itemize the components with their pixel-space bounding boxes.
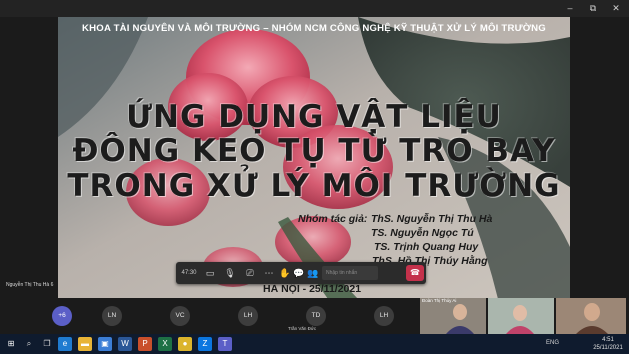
participant-avatar[interactable]: LH bbox=[374, 306, 394, 326]
participant-strip: +6 LN VC LH TD Trần Văn Đức LH Đoàn Thị … bbox=[0, 298, 629, 334]
store-icon[interactable]: ▣ bbox=[98, 337, 112, 351]
taskbar-clock[interactable]: 4:51 25/11/2021 bbox=[590, 336, 626, 352]
author-1: ThS. Nguyễn Thị Thu Hà bbox=[371, 213, 493, 225]
powerpoint-icon[interactable]: P bbox=[138, 337, 152, 351]
clock-time: 4:51 bbox=[602, 337, 614, 343]
participant-video[interactable] bbox=[488, 298, 554, 334]
presenter-name: Nguyễn Thị Thu Hà 6 bbox=[6, 282, 54, 288]
clock-date: 25/11/2021 bbox=[593, 345, 623, 351]
participant-avatar[interactable]: TD bbox=[306, 306, 326, 326]
edge-icon[interactable]: e bbox=[58, 337, 72, 351]
search-icon[interactable]: ⌕ bbox=[22, 337, 36, 351]
shared-slide: KHOA TÀI NGUYÊN VÀ MÔI TRƯỜNG – NHÓM NCM… bbox=[58, 17, 570, 299]
authors-label: Nhóm tác giả: bbox=[298, 213, 368, 225]
call-timer: 47:30 bbox=[181, 270, 197, 276]
slide-header: KHOA TÀI NGUYÊN VÀ MÔI TRƯỜNG – NHÓM NCM… bbox=[82, 23, 546, 34]
slide-title-line-2: ĐÔNG KEO TỤ TỪ TRO BAY bbox=[72, 133, 556, 169]
file-explorer-icon[interactable]: ▬ bbox=[78, 337, 92, 351]
participant-video[interactable]: Đoàn Thị Thúy Ai bbox=[420, 298, 486, 334]
camera-icon[interactable]: ▭ bbox=[202, 262, 218, 284]
zalo-icon[interactable]: Z bbox=[198, 337, 212, 351]
close-button[interactable]: ✕ bbox=[609, 2, 623, 14]
more-icon[interactable]: ⋯ bbox=[262, 262, 276, 284]
author-2: TS. Nguyễn Ngọc Tú bbox=[371, 227, 474, 239]
author-3: TS. Trịnh Quang Huy bbox=[374, 241, 479, 253]
start-icon[interactable]: ⊞ bbox=[4, 337, 18, 351]
call-control-bar: 47:30 ▭ 🎙 ⎚ ⋯ ✋ 💬 👥 Nhập tin nhắn ☎ bbox=[176, 262, 426, 284]
place-date: HÀ NỘI - 25/11/2021 bbox=[263, 283, 362, 295]
participant-video-name: Đoàn Thị Thúy Ai bbox=[422, 298, 457, 303]
chrome-icon[interactable]: ● bbox=[178, 337, 192, 351]
chat-input[interactable]: Nhập tin nhắn bbox=[322, 266, 378, 280]
participants-icon[interactable]: 👥 bbox=[306, 262, 320, 284]
participant-avatar[interactable]: LH bbox=[238, 306, 258, 326]
slide-title-line-1: ỨNG DỤNG VẬT LIỆU bbox=[126, 99, 502, 135]
windows-taskbar: ⊞ ⌕ ❐ e ▬ ▣ W P X ● Z T ENG 4:51 25/11/2… bbox=[0, 334, 629, 354]
participant-video[interactable] bbox=[556, 298, 626, 334]
participant-video-feed bbox=[556, 298, 626, 334]
share-screen-icon[interactable]: ⎚ bbox=[242, 262, 258, 284]
raise-hand-icon[interactable]: ✋ bbox=[278, 262, 292, 284]
participant-video-feed bbox=[420, 298, 486, 334]
more-participants-button[interactable]: +6 bbox=[52, 306, 72, 326]
word-icon[interactable]: W bbox=[118, 337, 132, 351]
teams-meeting-window: – ⧉ ✕ KHOA TÀI NGUYÊN VÀ MÔI TRƯỜNG – NH… bbox=[0, 0, 629, 354]
minimize-button[interactable]: – bbox=[563, 2, 577, 14]
microphone-off-icon[interactable]: 🎙 bbox=[222, 262, 238, 284]
participant-video-feed bbox=[488, 298, 554, 334]
participant-avatar[interactable]: LN bbox=[102, 306, 122, 326]
excel-icon[interactable]: X bbox=[158, 337, 172, 351]
slide-title-line-3: TRONG XỬ LÝ MÔI TRƯỜNG bbox=[67, 168, 561, 204]
teams-icon[interactable]: T bbox=[218, 337, 232, 351]
language-indicator[interactable]: ENG bbox=[546, 340, 559, 346]
participant-avatar[interactable]: VC bbox=[170, 306, 190, 326]
maximize-button[interactable]: ⧉ bbox=[586, 2, 600, 14]
chat-icon[interactable]: 💬 bbox=[292, 262, 306, 284]
task-view-icon[interactable]: ❐ bbox=[40, 337, 54, 351]
title-bar: – ⧉ ✕ bbox=[0, 0, 629, 17]
hang-up-icon[interactable]: ☎ bbox=[406, 265, 424, 281]
participant-name: Trần Văn Đức bbox=[288, 326, 317, 331]
